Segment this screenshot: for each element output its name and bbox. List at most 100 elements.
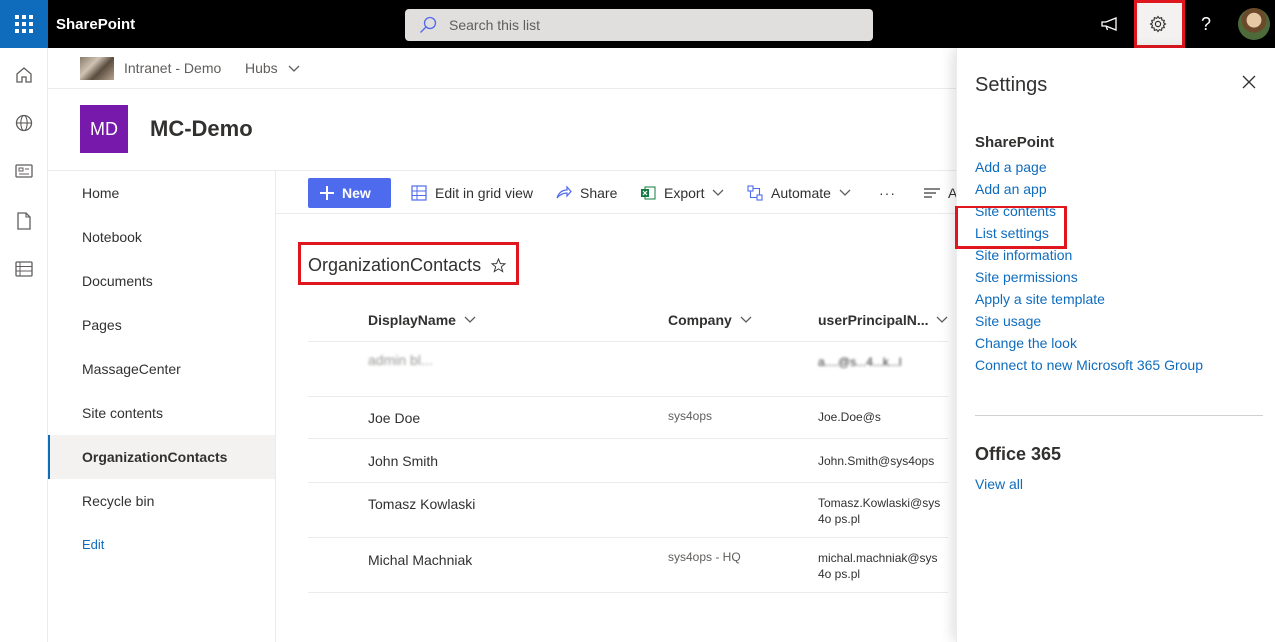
automate-label: Automate — [771, 185, 831, 201]
nav-edit-link[interactable]: Edit — [48, 523, 275, 567]
chevron-down-icon — [937, 316, 948, 323]
view-lines-icon — [924, 188, 940, 198]
nav-item-documents[interactable]: Documents — [48, 259, 275, 303]
list-title: OrganizationContacts — [308, 255, 507, 276]
column-header-company[interactable]: Company — [668, 298, 752, 342]
new-button-label: New — [342, 185, 371, 201]
chevron-down-icon — [288, 65, 300, 72]
chevron-down-icon — [713, 189, 724, 196]
feedback-button[interactable] — [1086, 0, 1134, 48]
cell-company: sys4ops - HQ — [668, 550, 741, 564]
link-site-permissions[interactable]: Site permissions — [975, 269, 1078, 285]
avatar — [1238, 8, 1270, 40]
help-icon: ? — [1200, 13, 1211, 34]
link-add-an-app[interactable]: Add an app — [975, 181, 1047, 197]
site-left-nav: Home Notebook Documents Pages MassageCen… — [48, 170, 276, 642]
nav-item-notebook[interactable]: Notebook — [48, 215, 275, 259]
document-icon — [17, 212, 31, 230]
edit-grid-view-button[interactable]: Edit in grid view — [411, 171, 534, 213]
star-icon[interactable] — [491, 258, 507, 273]
home-icon — [16, 67, 32, 83]
more-icon: ··· — [879, 185, 896, 201]
share-label: Share — [580, 185, 618, 201]
link-site-contents[interactable]: Site contents — [975, 203, 1056, 219]
help-button[interactable]: ? — [1182, 0, 1230, 48]
table-row[interactable]: Joe Doe sys4ops Joe.Doe@s — [308, 397, 948, 439]
rail-files[interactable] — [12, 209, 36, 233]
cell-displayname[interactable]: Michal Machniak — [368, 552, 472, 568]
link-site-information[interactable]: Site information — [975, 247, 1072, 263]
cell-displayname[interactable]: Joe Doe — [368, 410, 420, 426]
close-panel-button[interactable] — [1237, 70, 1261, 94]
list-title-text[interactable]: OrganizationContacts — [308, 255, 481, 276]
cell-displayname[interactable]: admin bl... — [368, 352, 433, 368]
column-header-label: Company — [668, 312, 732, 328]
site-logo[interactable]: MD — [80, 105, 128, 153]
globe-icon — [15, 114, 33, 132]
link-add-a-page[interactable]: Add a page — [975, 159, 1047, 175]
settings-button[interactable] — [1134, 0, 1182, 48]
new-button[interactable]: New — [308, 178, 391, 208]
nav-item-recycle-bin[interactable]: Recycle bin — [48, 479, 275, 523]
column-header-upn[interactable]: userPrincipalN... — [818, 298, 948, 342]
settings-title: Settings — [975, 74, 1048, 96]
rail-sites[interactable] — [12, 111, 36, 135]
table-row[interactable]: Tomasz Kowlaski Tomasz.Kowlaski@sys4o ps… — [308, 483, 948, 538]
more-options-button[interactable]: ··· — [879, 171, 896, 213]
table-row[interactable]: John Smith John.Smith@sys4ops — [308, 439, 948, 483]
column-header-label: userPrincipalN... — [818, 312, 929, 328]
search-box[interactable] — [405, 9, 873, 41]
cell-displayname[interactable]: John Smith — [368, 453, 438, 469]
cell-displayname[interactable]: Tomasz Kowlaski — [368, 496, 475, 512]
hub-site-thumbnail[interactable] — [80, 57, 114, 80]
nav-item-pages[interactable]: Pages — [48, 303, 275, 347]
gear-icon — [1149, 15, 1167, 33]
rail-lists[interactable] — [12, 257, 36, 281]
search-icon — [420, 16, 437, 33]
suite-header: SharePoint ? — [0, 0, 1275, 48]
cell-upn: a....@s...4...k...l — [818, 355, 902, 369]
table-row[interactable]: admin bl... a....@s...4...k...l — [308, 342, 948, 397]
nav-item-home[interactable]: Home — [48, 171, 275, 215]
app-launcher-button[interactable] — [0, 0, 48, 48]
table-row[interactable]: Michal Machniak sys4ops - HQ michal.mach… — [308, 538, 948, 593]
link-connect-m365-group[interactable]: Connect to new Microsoft 365 Group — [975, 357, 1203, 373]
command-bar: New Edit in grid view Share Export Autom… — [276, 170, 956, 214]
hub-navigation: Intranet - Demo Hubs — [48, 48, 956, 89]
cell-upn: Joe.Doe@s — [818, 410, 881, 424]
nav-item-site-contents[interactable]: Site contents — [48, 391, 275, 435]
close-icon — [1242, 75, 1256, 89]
view-options-label: A — [948, 185, 956, 201]
link-list-settings[interactable]: List settings — [975, 225, 1049, 241]
link-site-usage[interactable]: Site usage — [975, 313, 1041, 329]
rail-home[interactable] — [12, 63, 36, 87]
panel-divider — [975, 415, 1263, 416]
column-header-label: DisplayName — [368, 312, 456, 328]
account-button[interactable] — [1230, 0, 1275, 48]
sharepoint-heading: SharePoint — [975, 134, 1055, 151]
share-button[interactable]: Share — [556, 171, 618, 213]
automate-button[interactable]: Automate — [747, 171, 851, 213]
app-bar — [0, 48, 48, 642]
search-input[interactable] — [449, 17, 849, 33]
view-options-button[interactable]: A — [924, 171, 956, 213]
chevron-down-icon — [740, 316, 752, 323]
cell-upn: John.Smith@sys4ops — [818, 454, 935, 468]
nav-item-massagecenter[interactable]: MassageCenter — [48, 347, 275, 391]
rail-news[interactable] — [12, 159, 36, 183]
grid-header: DisplayName Company userPrincipalN... — [308, 298, 948, 342]
hubs-menu[interactable]: Hubs — [245, 48, 300, 89]
news-icon — [15, 164, 33, 178]
plus-icon — [320, 186, 334, 200]
edit-grid-view-label: Edit in grid view — [435, 185, 534, 201]
link-view-all[interactable]: View all — [975, 476, 1023, 492]
link-apply-site-template[interactable]: Apply a site template — [975, 291, 1105, 307]
link-change-the-look[interactable]: Change the look — [975, 335, 1077, 351]
site-title[interactable]: MC-Demo — [150, 116, 253, 142]
cell-company: sys4ops — [668, 409, 713, 423]
hub-site-link[interactable]: Intranet - Demo — [124, 48, 221, 89]
brand-title[interactable]: SharePoint — [56, 0, 135, 48]
nav-item-organizationcontacts[interactable]: OrganizationContacts — [48, 435, 275, 479]
export-button[interactable]: Export — [640, 171, 724, 213]
column-header-displayname[interactable]: DisplayName — [368, 298, 476, 342]
